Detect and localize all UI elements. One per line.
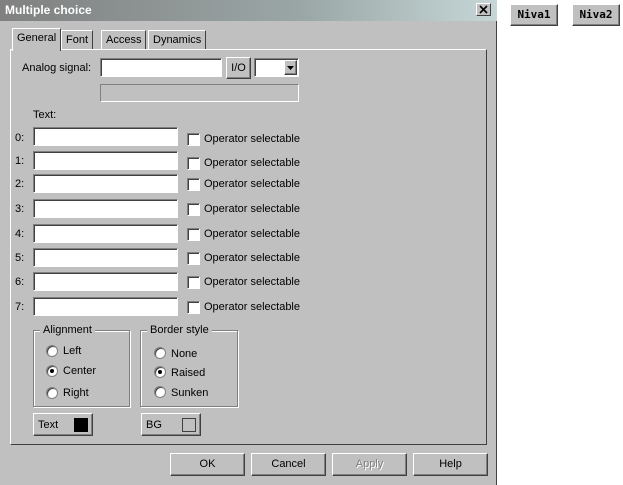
text-row-input[interactable] <box>33 272 178 291</box>
alignment-right-radio[interactable] <box>46 387 58 399</box>
window-title: Multiple choice <box>5 3 92 17</box>
chevron-down-icon <box>287 66 294 70</box>
border-none-radio[interactable] <box>154 347 166 359</box>
text-row-index: 0: <box>15 132 25 144</box>
alignment-center-radio[interactable] <box>46 365 58 377</box>
operator-selectable-checkbox[interactable] <box>187 178 200 191</box>
analog-signal-info <box>100 84 299 102</box>
close-button[interactable] <box>476 3 491 16</box>
text-row-input[interactable] <box>33 297 178 316</box>
analog-signal-dropdown[interactable] <box>254 58 299 77</box>
text-row-input[interactable] <box>33 151 178 170</box>
operator-selectable-label: Operator selectable <box>204 203 300 215</box>
text-row-input[interactable] <box>33 224 178 243</box>
apply-button[interactable]: Apply <box>332 453 407 476</box>
border-sunken-label: Sunken <box>171 387 209 399</box>
border-sunken-radio[interactable] <box>154 386 166 398</box>
text-row-index: 6: <box>15 276 25 288</box>
alignment-left-radio[interactable] <box>46 345 58 357</box>
operator-selectable-label: Operator selectable <box>204 178 300 190</box>
operator-selectable-label: Operator selectable <box>204 252 300 264</box>
tab-font[interactable]: Font <box>61 30 94 50</box>
operator-selectable-label: Operator selectable <box>204 157 300 169</box>
operator-selectable-checkbox[interactable] <box>187 133 200 146</box>
alignment-center-label: Center <box>63 365 97 377</box>
tab-general[interactable]: General <box>12 28 62 51</box>
alignment-left-label: Left <box>63 345 82 357</box>
operator-selectable-label: Operator selectable <box>204 133 300 145</box>
cancel-button[interactable]: Cancel <box>251 453 326 476</box>
border-raised-radio[interactable] <box>154 366 166 378</box>
text-section-label: Text: <box>33 109 57 121</box>
operator-selectable-checkbox[interactable] <box>187 252 200 265</box>
text-row-index: 4: <box>15 228 25 240</box>
operator-selectable-label: Operator selectable <box>204 301 300 313</box>
text-color-button[interactable]: Text <box>33 413 93 436</box>
text-row-input[interactable] <box>33 174 178 193</box>
multiple-choice-dialog: Multiple choice General Font Access Dyna… <box>0 0 497 485</box>
border-raised-label: Raised <box>171 367 206 379</box>
text-row-input[interactable] <box>33 199 178 218</box>
title-bar[interactable]: Multiple choice <box>0 0 497 21</box>
tab-access[interactable]: Access <box>101 30 147 50</box>
niva2-button[interactable]: Niva2 <box>572 4 620 26</box>
ok-button[interactable]: OK <box>170 453 245 476</box>
text-row-input[interactable] <box>33 248 178 267</box>
border-style-group-label: Border style <box>147 324 212 336</box>
operator-selectable-checkbox[interactable] <box>187 228 200 241</box>
text-row-index: 2: <box>15 178 25 190</box>
operator-selectable-checkbox[interactable] <box>187 276 200 289</box>
alignment-right-label: Right <box>63 387 89 399</box>
bg-color-swatch <box>182 418 196 432</box>
dropdown-arrow-button[interactable] <box>284 60 297 75</box>
operator-selectable-label: Operator selectable <box>204 276 300 288</box>
bg-color-button[interactable]: BG <box>141 413 201 436</box>
io-button[interactable]: I/O <box>226 57 251 79</box>
analog-signal-label: Analog signal: <box>22 62 92 74</box>
border-none-label: None <box>171 348 198 360</box>
text-row-input[interactable] <box>33 127 178 146</box>
text-color-swatch <box>74 418 88 432</box>
text-row-index: 7: <box>15 301 25 313</box>
text-row-index: 5: <box>15 252 25 264</box>
niva1-button[interactable]: Niva1 <box>510 4 558 26</box>
tab-dynamics[interactable]: Dynamics <box>148 30 207 50</box>
text-row-index: 1: <box>15 155 25 167</box>
close-icon <box>479 5 488 14</box>
operator-selectable-checkbox[interactable] <box>187 157 200 170</box>
alignment-group-label: Alignment <box>40 324 95 336</box>
operator-selectable-checkbox[interactable] <box>187 203 200 216</box>
operator-selectable-checkbox[interactable] <box>187 301 200 314</box>
help-button[interactable]: Help <box>413 453 488 476</box>
text-row-index: 3: <box>15 203 25 215</box>
operator-selectable-label: Operator selectable <box>204 228 300 240</box>
analog-signal-input[interactable] <box>100 58 222 77</box>
